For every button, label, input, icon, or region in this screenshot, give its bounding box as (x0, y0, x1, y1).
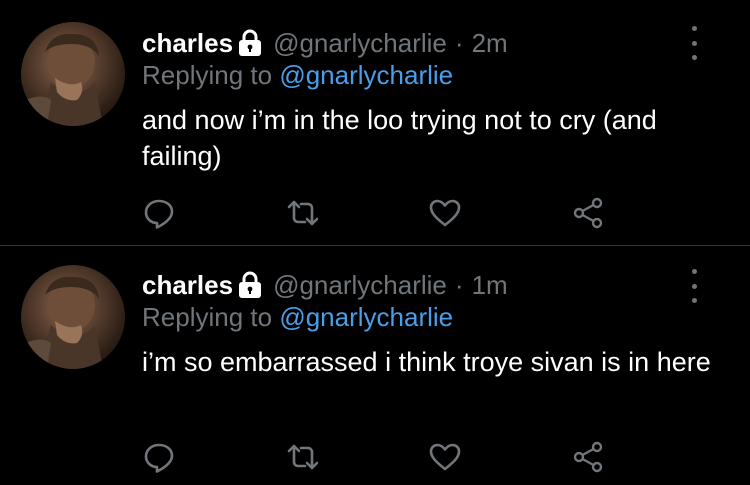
replying-to-label: Replying to (142, 302, 273, 332)
share-icon (573, 197, 603, 229)
reply-icon (144, 199, 174, 229)
lock-icon (237, 29, 263, 57)
retweet-button[interactable] (286, 440, 320, 474)
handle[interactable]: @gnarlycharlie (273, 270, 447, 301)
replying-to: Replying to @gnarlycharlie (142, 302, 453, 333)
lock-icon (237, 271, 263, 299)
retweet-icon (287, 200, 319, 226)
avatar-photo (21, 276, 103, 369)
like-button[interactable] (428, 196, 462, 230)
action-bar (140, 440, 620, 474)
replying-to-handle[interactable]: @gnarlycharlie (279, 302, 453, 332)
tweet-header: charles @gnarlycharlie · 2m (142, 27, 508, 59)
share-icon (573, 441, 603, 473)
tweet-header: charles @gnarlycharlie · 1m (142, 269, 508, 301)
reply-icon (144, 443, 174, 473)
tweet-text: i’m so embarrassed i think troye sivan i… (142, 347, 711, 377)
more-vertical-icon[interactable] (684, 26, 704, 60)
tweet[interactable]: charles @gnarlycharlie · 1m Replying to … (0, 247, 750, 485)
like-button[interactable] (428, 440, 462, 474)
heart-icon (429, 199, 461, 227)
retweet-button[interactable] (286, 196, 320, 230)
separator-dot: · (454, 269, 464, 300)
tweet[interactable]: charles @gnarlycharlie · 2m Replying to … (0, 0, 750, 245)
display-name[interactable]: charles (142, 270, 233, 301)
timestamp[interactable]: 2m (472, 28, 508, 59)
share-button[interactable] (571, 440, 605, 474)
divider (0, 245, 750, 246)
reply-button[interactable] (142, 440, 176, 474)
separator-dot: · (454, 27, 464, 58)
avatar[interactable] (21, 22, 125, 126)
display-name[interactable]: charles (142, 28, 233, 59)
share-button[interactable] (571, 196, 605, 230)
more-vertical-icon[interactable] (684, 269, 704, 303)
replying-to-handle[interactable]: @gnarlycharlie (279, 60, 453, 90)
tweet-text: and now i’m in the loo trying not to cry… (142, 105, 657, 171)
reply-button[interactable] (142, 196, 176, 230)
heart-icon (429, 443, 461, 471)
replying-to-label: Replying to (142, 60, 273, 90)
timestamp[interactable]: 1m (472, 270, 508, 301)
avatar-photo (21, 33, 103, 126)
replying-to: Replying to @gnarlycharlie (142, 60, 453, 91)
retweet-icon (287, 444, 319, 470)
avatar[interactable] (21, 265, 125, 369)
action-bar (140, 196, 620, 230)
handle[interactable]: @gnarlycharlie (273, 28, 447, 59)
